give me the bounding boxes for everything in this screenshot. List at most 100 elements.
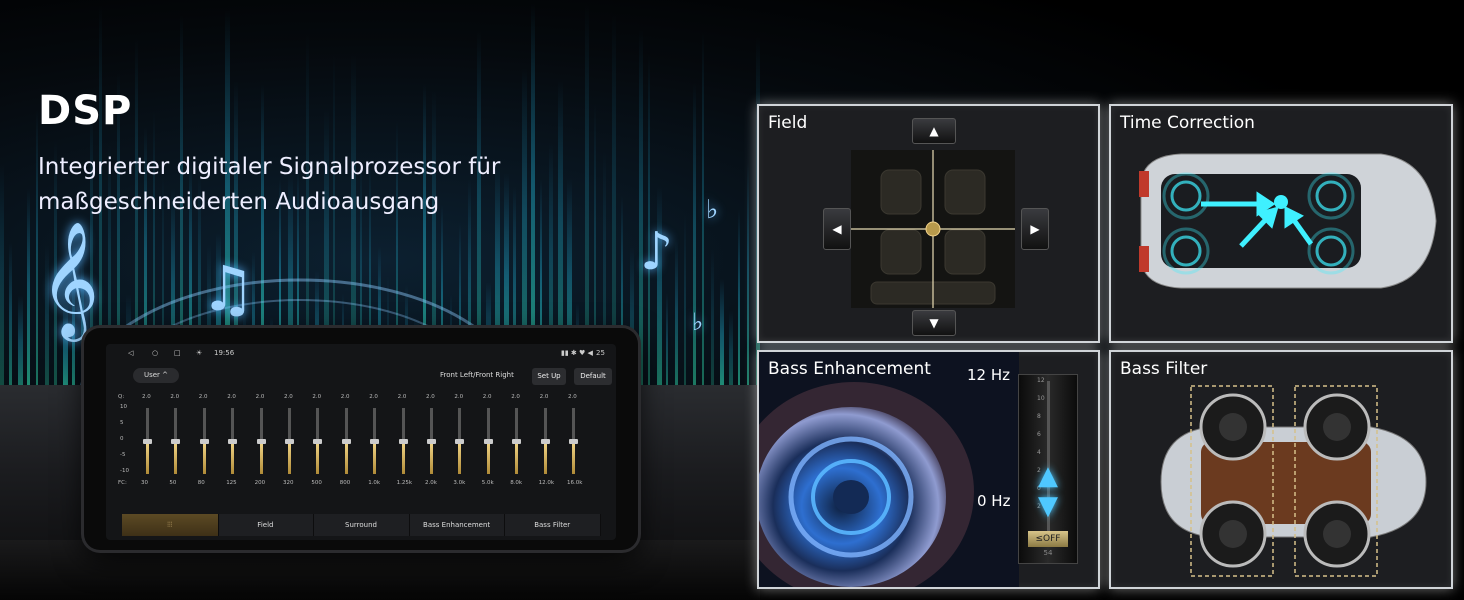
eq-slider-fill bbox=[259, 441, 263, 474]
eq-slider-fill bbox=[202, 441, 206, 474]
tab-bass-filter[interactable]: Bass Filter bbox=[504, 514, 601, 536]
q-value: 2.0 bbox=[198, 394, 208, 400]
arrow-down-icon: ▼ bbox=[929, 316, 939, 330]
default-button[interactable]: Default bbox=[574, 368, 612, 385]
q-value: 2.0 bbox=[568, 394, 577, 400]
bass-filter-title: Bass Filter bbox=[1120, 359, 1208, 379]
glow-bar bbox=[702, 31, 704, 400]
eq-slider-knob[interactable] bbox=[285, 439, 294, 444]
eq-slider-knob[interactable] bbox=[483, 439, 493, 444]
frequency-label: 1.25k bbox=[396, 480, 413, 486]
q-value: 2.0 bbox=[482, 394, 492, 400]
chevron-up-icon: ^ bbox=[162, 371, 169, 379]
q-label: Q: bbox=[118, 394, 125, 400]
car-topview-illustration bbox=[1139, 153, 1437, 289]
recents-icon[interactable]: □ bbox=[174, 349, 181, 357]
q-value: 2.0 bbox=[426, 394, 435, 400]
glow-bar bbox=[657, 186, 662, 400]
battery-level: 25 bbox=[596, 349, 605, 357]
eq-slider-knob[interactable] bbox=[569, 439, 578, 444]
eq-slider-fill bbox=[344, 441, 348, 474]
clock: 19:56 bbox=[214, 349, 235, 357]
glow-bar bbox=[684, 214, 686, 400]
flat-note-icon: ♭ bbox=[706, 195, 719, 225]
q-value: 2.0 bbox=[284, 394, 293, 400]
off-button[interactable]: ≤OFF bbox=[1028, 531, 1068, 547]
treble-clef-icon: 𝄞 bbox=[40, 220, 100, 337]
tab-bass-enhancement[interactable]: Bass Enhancement bbox=[409, 514, 506, 536]
bass-scale-tick: 8 bbox=[1037, 413, 1041, 420]
bass-level-slider[interactable]: 12 10 8 6 4 2 0 2 ▲ ▼ ≤OFF 54 bbox=[1018, 374, 1078, 564]
field-down-button[interactable]: ▼ bbox=[912, 310, 956, 336]
q-value: 2.0 bbox=[142, 394, 151, 400]
eq-slider-knob[interactable] bbox=[143, 439, 152, 444]
field-right-button[interactable]: ▶ bbox=[1021, 208, 1049, 250]
q-value: 2.0 bbox=[454, 394, 464, 400]
q-value: 2.0 bbox=[397, 394, 407, 400]
frequency-label: 125 bbox=[226, 480, 237, 486]
music-notes-icon: ♫ bbox=[200, 252, 256, 325]
off-label: OFF bbox=[1043, 534, 1061, 544]
field-seat-view bbox=[851, 150, 1015, 308]
bass-enhancement-panel: Bass Enhancement 12 Hz 0 Hz 12 10 8 6 4 2 0 2 ▲… bbox=[757, 350, 1100, 589]
eq-slider-fill bbox=[543, 441, 547, 474]
status-bar: ◁ ○ □ ☀ 19:56 ▮▮ ✱ ♥ ◀ 25 bbox=[106, 344, 616, 362]
frequency-label: 12.0k bbox=[538, 480, 555, 486]
bass-enhancement-title: Bass Enhancement bbox=[768, 359, 931, 379]
glow-bar bbox=[711, 248, 714, 400]
eq-slider-knob[interactable] bbox=[341, 439, 351, 444]
db-tick: 10 bbox=[120, 404, 127, 410]
eq-slider-knob[interactable] bbox=[171, 439, 181, 444]
eq-screen: ◁ ○ □ ☀ 19:56 ▮▮ ✱ ♥ ◀ 25 User ^ Front L… bbox=[106, 344, 616, 540]
dsp-tab-bar: ⫶⫶⫶ Field Surround Bass Enhancement Bass Fil… bbox=[122, 514, 601, 536]
field-panel: Field ▲ ▼ ◀ ▶ bbox=[757, 104, 1100, 343]
eq-slider-knob[interactable] bbox=[313, 439, 323, 444]
home-icon[interactable]: ○ bbox=[152, 349, 158, 357]
bass-value: 54 bbox=[1043, 549, 1053, 557]
q-value: 2.0 bbox=[340, 394, 350, 400]
tab-equalizer[interactable]: ⫶⫶⫶ bbox=[122, 514, 219, 536]
frequency-label: 1.0k bbox=[368, 480, 381, 486]
field-up-button[interactable]: ▲ bbox=[912, 118, 956, 144]
brightness-icon[interactable]: ☀ bbox=[196, 349, 202, 357]
back-icon[interactable]: ◁ bbox=[128, 349, 133, 357]
frequency-label: 3.0k bbox=[453, 480, 466, 486]
preset-dropdown[interactable]: User ^ bbox=[133, 368, 179, 383]
eq-slider-knob[interactable] bbox=[228, 439, 238, 444]
eq-slider-knob[interactable] bbox=[427, 439, 436, 444]
eq-slider-knob[interactable] bbox=[398, 439, 408, 444]
eq-slider-knob[interactable] bbox=[370, 439, 380, 444]
tab-surround[interactable]: Surround bbox=[313, 514, 410, 536]
field-left-button[interactable]: ◀ bbox=[823, 208, 851, 250]
glow-bar bbox=[747, 162, 749, 400]
db-tick: 0 bbox=[120, 436, 124, 442]
max-frequency-label: 12 Hz bbox=[967, 366, 1011, 384]
bass-scale-tick: 12 bbox=[1037, 377, 1045, 384]
eq-slider-knob[interactable] bbox=[512, 439, 522, 444]
bass-filter-panel: Bass Filter bbox=[1109, 350, 1453, 589]
subwoofer-illustration bbox=[759, 352, 1019, 587]
eq-slider-fill bbox=[515, 441, 519, 474]
eq-slider-fill bbox=[373, 441, 377, 474]
frequency-label: 30 bbox=[141, 480, 148, 486]
setup-button[interactable]: Set Up bbox=[532, 368, 566, 385]
eq-slider-fill bbox=[288, 441, 291, 474]
flat-note-icon-small: ♭ bbox=[692, 308, 704, 336]
music-note-icon: ♪ bbox=[640, 222, 674, 282]
eq-slider-knob[interactable] bbox=[256, 439, 266, 444]
tab-field[interactable]: Field bbox=[218, 514, 315, 536]
field-title: Field bbox=[768, 113, 808, 133]
frequency-label: 80 bbox=[197, 480, 205, 486]
bass-scale-tick: 10 bbox=[1037, 395, 1045, 402]
eq-slider-knob[interactable] bbox=[455, 439, 465, 444]
car-speakers-illustration bbox=[1160, 385, 1427, 577]
arrow-up-icon: ▲ bbox=[929, 124, 939, 138]
eq-slider-fill bbox=[430, 441, 433, 474]
eq-slider-fill bbox=[458, 441, 462, 474]
equalizer-grid: Q: FC: 10 5 0 -5 -10 2.0 30 2.0 50 2.0 80 2.0 125 2.0 20… bbox=[118, 394, 604, 496]
glow-bar bbox=[639, 29, 643, 400]
eq-slider-knob[interactable] bbox=[199, 439, 209, 444]
q-value: 2.0 bbox=[255, 394, 265, 400]
eq-slider-knob[interactable] bbox=[540, 439, 550, 444]
glow-bar bbox=[27, 188, 30, 400]
